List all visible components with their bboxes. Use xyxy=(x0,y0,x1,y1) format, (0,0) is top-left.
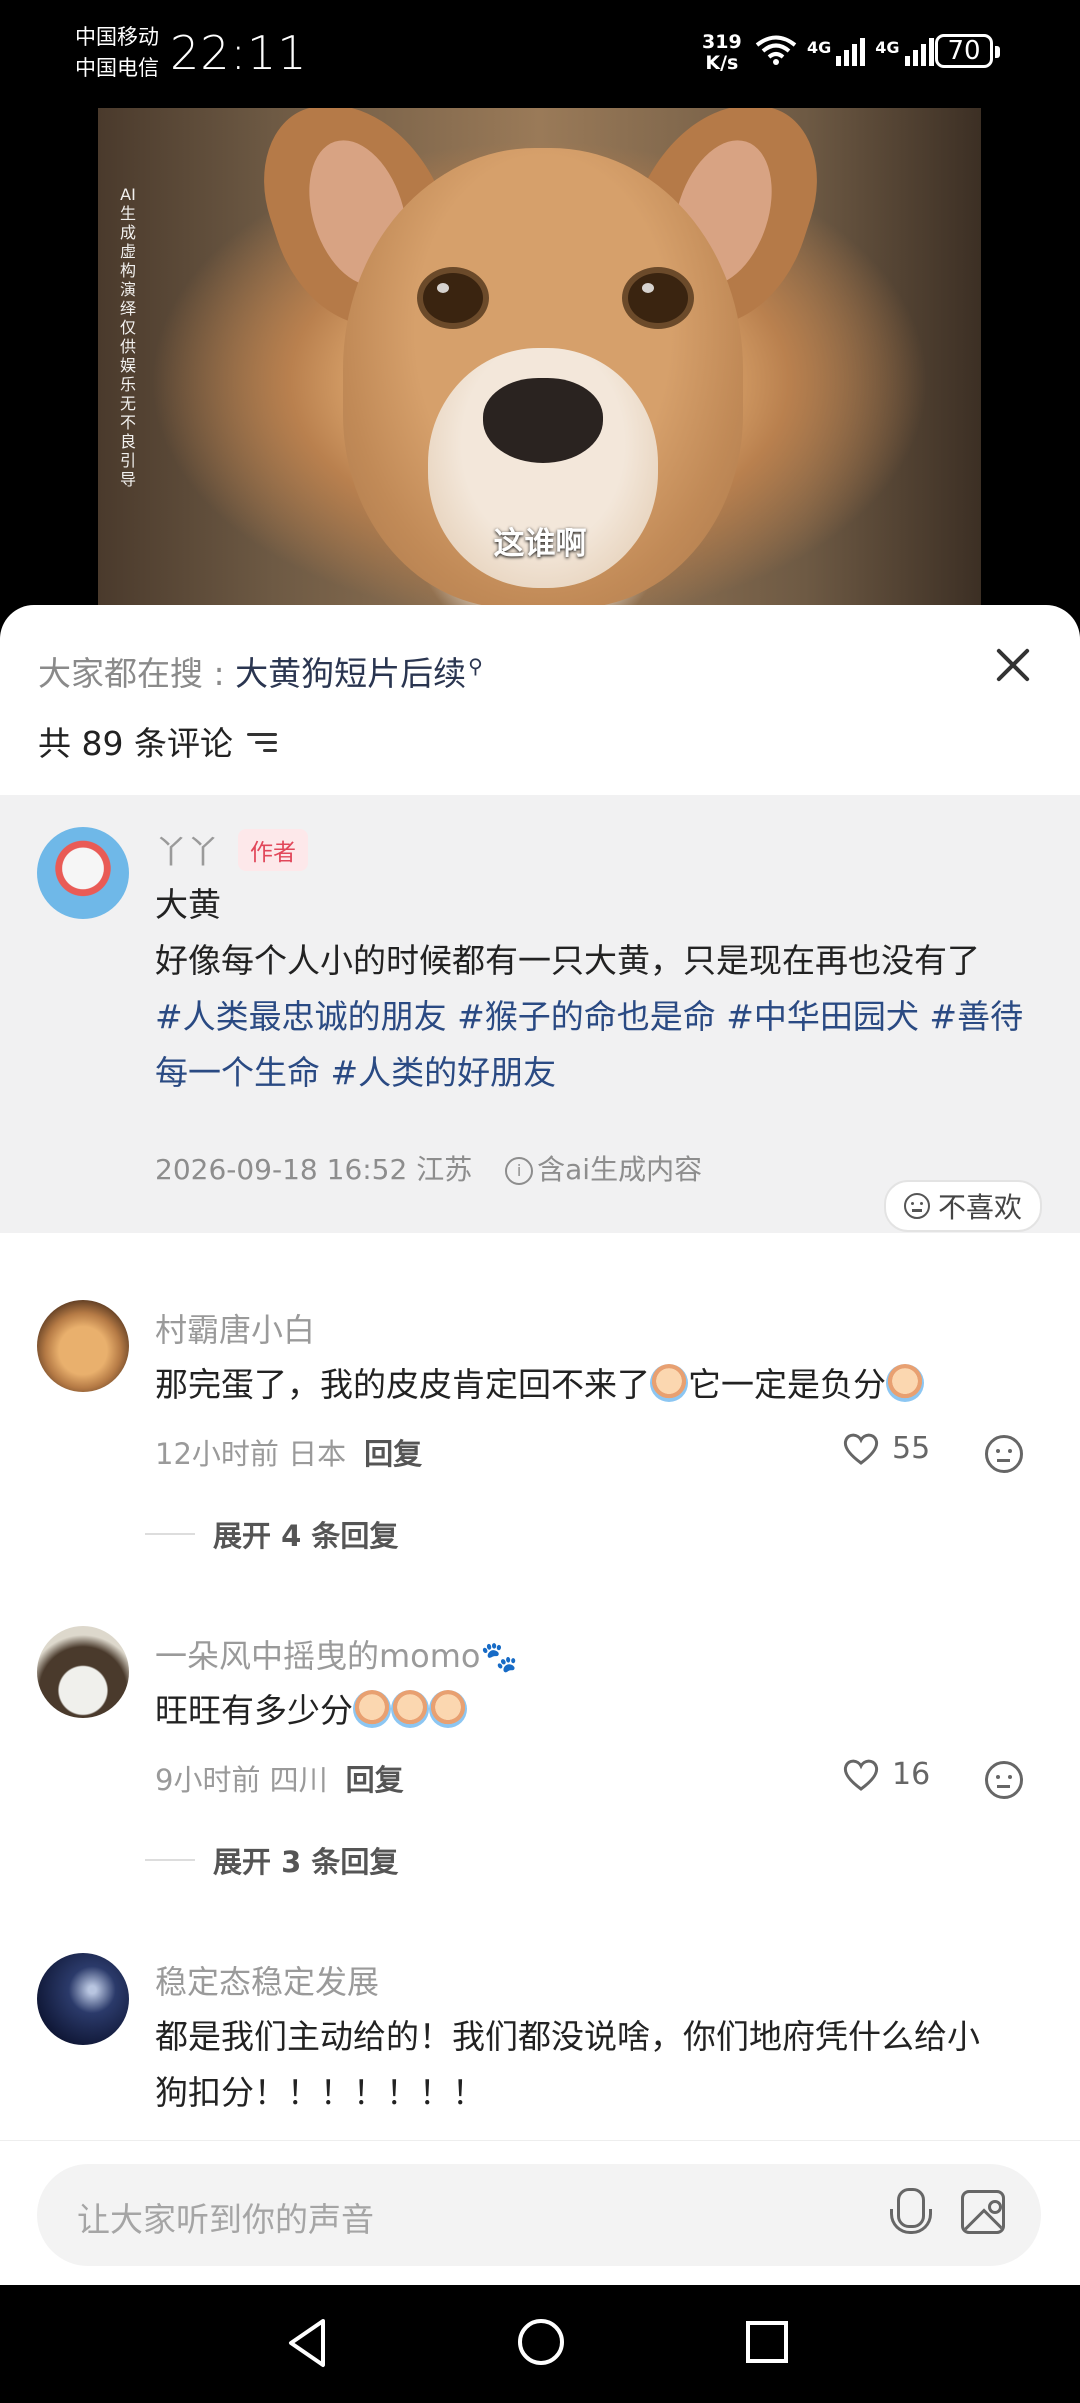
reply-button[interactable]: 回复 xyxy=(346,1763,404,1797)
dog-nose xyxy=(483,378,603,463)
pinned-author-comment[interactable]: 丫丫 作者 大黄 好像每个人小的时候都有一只大黄，只是现在再也没有了 #人类最忠… xyxy=(0,795,1080,1233)
battery-icon: 70 xyxy=(935,34,1000,68)
comment-count: 共 89 条评论 xyxy=(38,724,233,763)
crying-emoji-icon xyxy=(650,1364,688,1402)
speed-value: 319 xyxy=(702,31,742,53)
signal-icons: 4G 4G xyxy=(755,34,934,66)
emoji-reaction-icon[interactable] xyxy=(985,1435,1023,1473)
signal-2-icon: 4G xyxy=(875,38,934,66)
avatar[interactable] xyxy=(37,1953,129,2045)
comment-count-row: 共 89 条评论 xyxy=(38,717,277,765)
status-bar: 中国移动 中国电信 22:11 319 K/s 4G 4G 70 xyxy=(0,0,1080,108)
like-count: 16 xyxy=(892,1757,931,1792)
expand-replies[interactable]: 展开 3 条回复 xyxy=(145,1839,398,1881)
heart-icon xyxy=(843,1433,879,1465)
crying-emoji-icon xyxy=(429,1690,467,1728)
back-icon[interactable] xyxy=(285,2317,329,2369)
input-placeholder: 让大家听到你的声音 xyxy=(77,2200,374,2239)
video-subtitle: 这谁啊 xyxy=(493,526,587,562)
comment-username[interactable]: 稳定态稳定发展 xyxy=(155,1957,379,2003)
network-speed: 319 K/s xyxy=(702,32,742,74)
wifi-icon xyxy=(755,35,797,65)
ai-content-label[interactable]: i 含ai生成内容 xyxy=(505,1153,702,1186)
avatar[interactable] xyxy=(37,1626,129,1718)
signal-1-icon: 4G xyxy=(807,38,866,66)
info-icon: i xyxy=(505,1157,534,1185)
paw-emoji-icon: 🐾 xyxy=(480,1640,518,1675)
comment-date-location: 2026-09-18 16:52 江苏 xyxy=(155,1153,473,1186)
carrier-2: 中国电信 xyxy=(75,56,159,80)
home-icon[interactable] xyxy=(516,2317,566,2367)
clock: 22:11 xyxy=(170,26,308,80)
comment-tags-line1[interactable]: #人类最忠诚的朋友 #猴子的命也是命 #中华田园犬 #善待 xyxy=(155,989,1035,1045)
comment-meta: 9小时前 四川 回复 xyxy=(155,1757,404,1799)
like-count: 55 xyxy=(892,1431,931,1466)
network-type-1: 4G xyxy=(807,38,832,57)
comment-username[interactable]: 一朵风中摇曳的momo🐾 xyxy=(155,1631,518,1677)
search-keyword[interactable]: 大黄狗短片后续 xyxy=(235,654,466,693)
like-button[interactable]: 16 xyxy=(842,1757,930,1792)
comment-time-location: 9小时前 四川 xyxy=(155,1763,328,1797)
expand-replies-label: 展开 4 条回复 xyxy=(213,1519,399,1553)
comment-text: 好像每个人小的时候都有一只大黄，只是现在再也没有了 xyxy=(155,941,980,980)
carrier-1: 中国移动 xyxy=(75,25,159,49)
reply-button[interactable]: 回复 xyxy=(364,1437,422,1471)
comment-input[interactable]: 让大家听到你的声音 xyxy=(37,2164,1041,2266)
carrier-info: 中国移动 中国电信 xyxy=(75,22,159,84)
comment-tags-line2[interactable]: 每一个生命 #人类的好朋友 xyxy=(155,1045,1035,1101)
expand-replies-label: 展开 3 条回复 xyxy=(213,1845,399,1879)
speed-unit: K/s xyxy=(705,52,739,74)
smile-icon xyxy=(903,1193,930,1219)
author-badge: 作者 xyxy=(238,829,308,871)
divider xyxy=(145,1533,195,1535)
emoji-reaction-icon[interactable] xyxy=(985,1761,1023,1799)
close-icon[interactable] xyxy=(991,643,1035,687)
comments-sheet: 大家都在搜 : 大黄狗短片后续 ⚲ 共 89 条评论 丫丫 作者 大黄 好像每个人… xyxy=(0,605,1080,2285)
avatar[interactable] xyxy=(37,827,129,919)
crying-emoji-icon xyxy=(886,1364,924,1402)
dog-eye-left xyxy=(423,273,483,323)
dislike-label: 不喜欢 xyxy=(937,1191,1022,1224)
search-suggestion[interactable]: 大家都在搜 : 大黄狗短片后续 ⚲ xyxy=(38,647,483,695)
crying-emoji-icon xyxy=(391,1690,429,1728)
comment-text: 旺旺有多少分 xyxy=(155,1683,1035,1739)
like-button[interactable]: 55 xyxy=(842,1431,930,1466)
comment-username[interactable]: 丫丫 xyxy=(155,827,219,873)
comment-text-part: 那完蛋了，我的皮皮肯定回不来了 xyxy=(155,1365,650,1404)
comment-text: 那完蛋了，我的皮皮肯定回不来了 它一定是负分 xyxy=(155,1357,1035,1413)
image-icon[interactable] xyxy=(961,2190,1005,2234)
ai-disclaimer: AI生成 虚构演绎 仅供娱乐 无不良引导 xyxy=(119,185,136,489)
ai-label-text: 含ai生成内容 xyxy=(537,1153,703,1186)
comment-text-line2: 狗扣分！！！！！！！ xyxy=(155,2073,485,2112)
comment-time-location: 12小时前 日本 xyxy=(155,1437,347,1471)
search-prefix: 大家都在搜 : xyxy=(38,654,236,693)
comment-title: 大黄 xyxy=(155,885,221,924)
comment-username[interactable]: 村霸唐小白 xyxy=(155,1305,315,1351)
comment-text-part: 它一定是负分 xyxy=(688,1365,886,1404)
recent-apps-icon[interactable] xyxy=(745,2320,789,2364)
system-nav-bar xyxy=(0,2285,1080,2403)
comment-text-line1: 都是我们主动给的！我们都没说啥，你们地府凭什么给小 xyxy=(155,2017,980,2056)
comment-meta: 2026-09-18 16:52 江苏 i 含ai生成内容 xyxy=(155,1148,702,1188)
mic-icon[interactable] xyxy=(890,2188,932,2234)
dog-eye-right xyxy=(628,273,688,323)
heart-icon xyxy=(843,1759,879,1791)
dislike-button[interactable]: 不喜欢 xyxy=(883,1180,1042,1232)
filter-icon[interactable] xyxy=(246,729,277,753)
comment-text-part: 旺旺有多少分 xyxy=(155,1691,353,1730)
search-icon: ⚲ xyxy=(468,654,483,678)
comment-meta: 12小时前 日本 回复 xyxy=(155,1431,422,1473)
crying-emoji-icon xyxy=(353,1690,391,1728)
username-text: 一朵风中摇曳的momo xyxy=(155,1637,481,1675)
divider xyxy=(145,1859,195,1861)
expand-replies[interactable]: 展开 4 条回复 xyxy=(145,1513,398,1555)
avatar[interactable] xyxy=(37,1300,129,1392)
network-type-2: 4G xyxy=(875,38,900,57)
